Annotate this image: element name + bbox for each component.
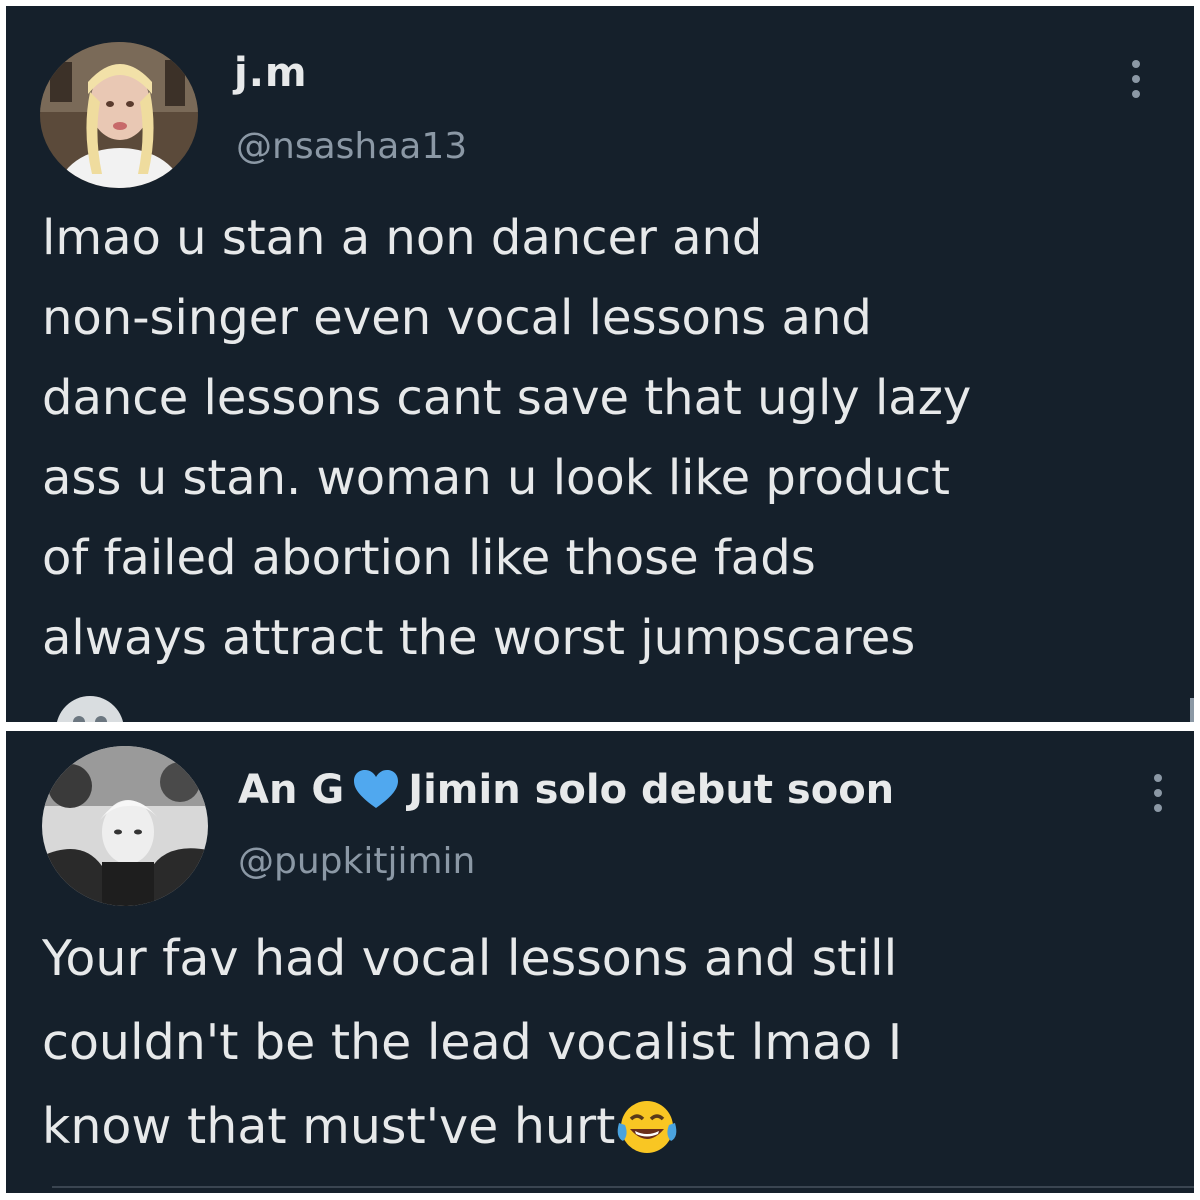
cropped-emoji [56, 696, 124, 722]
more-vertical-icon[interactable] [1130, 60, 1142, 98]
scrollbar[interactable] [1190, 698, 1194, 722]
avatar[interactable] [42, 746, 208, 906]
avatar[interactable] [40, 42, 198, 188]
screenshot-collage: j.m @nsashaa13 lmao u stan a non dancer … [0, 0, 1200, 1200]
tweet-text: lmao u stan a non dancer and non-singer … [42, 210, 972, 666]
display-name-text: An G [238, 767, 345, 813]
tweet-card-2[interactable]: An G Jimin solo debut soon @pupkitjimin … [6, 731, 1194, 1193]
display-name-suffix: Jimin solo debut soon [408, 767, 895, 813]
avatar-image [42, 746, 208, 906]
more-vertical-icon[interactable] [1152, 774, 1164, 812]
tweet-text-container: Your fav had vocal lessons and still cou… [42, 917, 1182, 1169]
blue-heart-icon [354, 770, 399, 808]
user-handle[interactable]: @nsashaa13 [236, 126, 467, 167]
tweet-text: Your fav had vocal lessons and still cou… [42, 930, 903, 1155]
avatar-image [40, 42, 198, 188]
next-item-border [52, 1186, 1194, 1188]
display-name[interactable]: An G Jimin solo debut soon [238, 767, 894, 813]
user-handle[interactable]: @pupkitjimin [238, 841, 475, 882]
display-name[interactable]: j.m [234, 50, 308, 96]
tweet-card-1[interactable]: j.m @nsashaa13 lmao u stan a non dancer … [6, 6, 1194, 722]
tears-of-joy-emoji [618, 1101, 677, 1153]
